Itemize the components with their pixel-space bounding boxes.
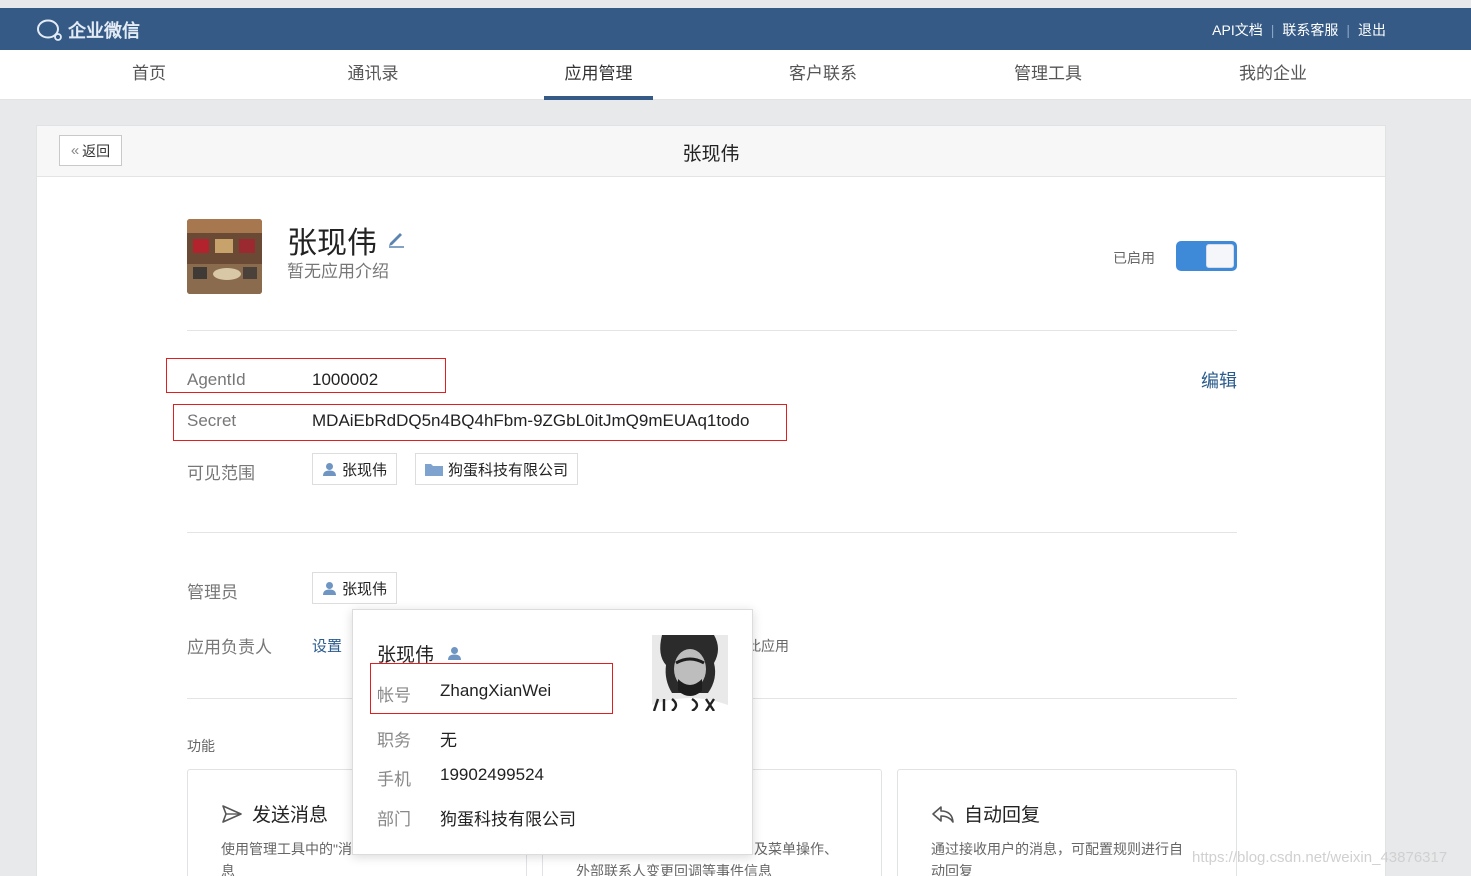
app-name: 张现伟 [287,227,377,260]
nav-customer-contact[interactable]: 客户联系 [778,50,868,100]
phone-label: 手机 [377,770,411,789]
user-icon [323,462,336,476]
visibility-user-chip[interactable]: 张现伟 [312,453,398,485]
job-title-value: 无 [440,731,457,750]
logout-link[interactable]: 退出 [1358,20,1386,40]
feature-title-text: 发送消息 [252,805,329,826]
watermark: https://blog.csdn.net/weixin_43876317 [1192,849,1448,866]
feature-desc-line: 使用管理工具中的"消 [221,841,352,857]
nav-app-management[interactable]: 应用管理 [544,50,653,100]
top-bar: 企业微信 API文档 | 联系客服 | 退出 [0,8,1471,50]
job-title-label: 职务 [377,731,411,750]
feature-card-auto-reply[interactable]: 自动回复 通过接收用户的消息，可配置规则进行自 动回复 [897,769,1237,876]
secret-value: MDAiEbRdDQ5n4BQ4hFbm-9ZGbL0itJmQ9mEUAq1t… [312,411,750,430]
feature-desc-line: 外部联系人变更回调等事件信息 [576,863,772,876]
app-avatar[interactable] [187,219,262,294]
department-value: 狗蛋科技有限公司 [440,810,576,829]
chip-label: 狗蛋科技有限公司 [448,461,569,479]
feature-desc-line: 息 [221,863,235,876]
owner-behind-text: 此应用 [747,638,789,654]
secret-label: Secret [187,411,237,430]
wecom-logo-icon [37,19,62,41]
nav-home[interactable]: 首页 [113,50,185,100]
enable-toggle[interactable] [1176,241,1237,271]
api-docs-link[interactable]: API文档 [1212,20,1263,40]
visibility-label: 可见范围 [187,464,255,483]
visibility-dept-chip[interactable]: 狗蛋科技有限公司 [415,453,579,485]
separator: | [1270,22,1275,38]
chip-label: 张现伟 [342,580,388,598]
feature-desc: 通过接收用户的消息，可配置规则进行自 动回复 [931,838,1183,876]
feature-desc-line: 通过接收用户的消息，可配置规则进行自 [931,841,1183,857]
phone-value: 19902499524 [440,765,545,784]
contact-support-link[interactable]: 联系客服 [1282,20,1338,40]
feature-desc-line: 动回复 [931,863,973,876]
agentid-label: AgentId [187,370,246,389]
owner-set-link[interactable]: 设置 [312,635,342,656]
main-nav: 首页 通讯录 应用管理 客户联系 管理工具 我的企业 [0,50,1471,100]
divider [187,532,1237,533]
admin-label: 管理员 [187,583,238,602]
reply-icon [932,805,954,823]
send-icon [222,804,242,823]
card-header: « 返回 张现伟 [37,126,1385,177]
admin-user-chip[interactable]: 张现伟 [312,572,398,604]
nav-management-tools[interactable]: 管理工具 [1003,50,1093,100]
user-avatar [652,635,728,711]
app-intro: 暂无应用介绍 [287,262,389,281]
user-icon [448,647,462,660]
toggle-knob [1206,244,1234,268]
top-links: API文档 | 联系客服 | 退出 [1212,20,1386,40]
page-title: 张现伟 [682,144,740,165]
user-info-popover: 张现伟 帐号 ZhangXianWei 职务 无 手机 19902499524 … [352,609,753,855]
separator: | [1346,22,1350,38]
agentid-value: 1000002 [312,370,379,389]
owner-label: 应用负责人 [187,638,272,657]
account-value: ZhangXianWei [440,681,552,700]
user-icon [323,581,336,595]
features-label: 功能 [187,738,215,754]
feature-desc: 使用管理工具中的"消 息 [221,838,352,876]
feature-title: 发送消息 [221,800,328,827]
folder-icon [425,464,443,476]
nav-my-company[interactable]: 我的企业 [1228,50,1318,100]
logo-text: 企业微信 [68,21,140,41]
account-label: 帐号 [377,686,411,705]
logo[interactable]: 企业微信 [36,17,140,43]
pencil-icon[interactable] [386,228,406,248]
feature-title: 自动回复 [931,800,1040,827]
status-label: 已启用 [1113,250,1155,266]
edit-link[interactable]: 编辑 [1201,367,1237,393]
chip-label: 张现伟 [342,461,388,479]
feature-title-text: 自动回复 [964,805,1041,826]
nav-contacts[interactable]: 通讯录 [337,50,409,100]
department-label: 部门 [377,810,411,829]
divider [187,330,1237,331]
